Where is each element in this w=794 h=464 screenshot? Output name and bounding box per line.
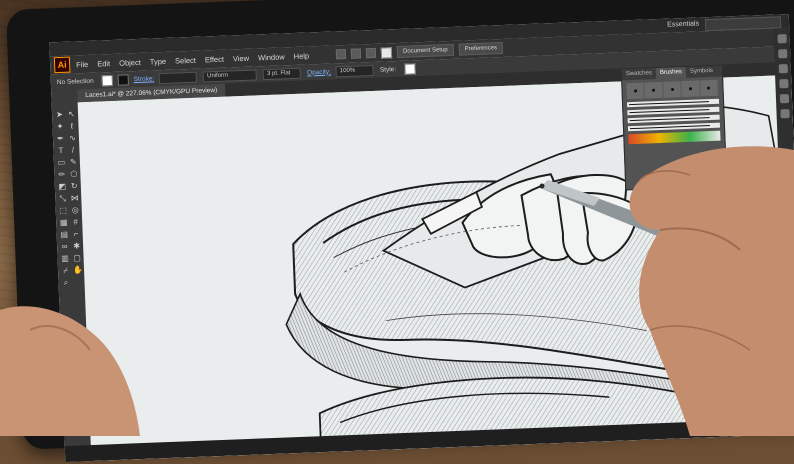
slice-icon[interactable]: ⌿ <box>61 266 70 275</box>
free-transform-icon[interactable]: ⬚ <box>59 206 68 215</box>
brush-preset[interactable] <box>644 81 664 99</box>
stroke-link[interactable]: Stroke: <box>133 75 154 83</box>
preferences-button[interactable]: Preferences <box>458 41 504 56</box>
bridge-icon[interactable] <box>335 48 347 60</box>
brush-stroke-preview[interactable] <box>627 106 720 116</box>
pen-tool-icon[interactable]: ✒ <box>56 134 65 143</box>
menu-select[interactable]: Select <box>175 55 196 65</box>
magic-wand-icon[interactable]: ✦ <box>55 122 64 131</box>
brush-preset[interactable] <box>663 81 683 98</box>
opacity-field[interactable]: 100% <box>335 64 375 77</box>
eraser-icon[interactable]: ◩ <box>58 182 67 191</box>
taskbar-clock: 5/24 <box>766 424 781 433</box>
workspace-switcher[interactable]: Essentials <box>667 18 699 31</box>
tab-symbols[interactable]: Symbols <box>686 66 717 78</box>
layers-icon[interactable] <box>777 49 787 59</box>
lasso-icon[interactable]: ℓ <box>67 121 76 131</box>
illustrator-logo: Ai <box>53 56 71 74</box>
color-swatch-icon[interactable] <box>380 46 393 59</box>
menu-type[interactable]: Type <box>150 56 167 66</box>
hand-icon[interactable]: ✋ <box>73 265 83 274</box>
brush-stroke-preview[interactable] <box>627 114 720 124</box>
brush-preset[interactable] <box>681 80 701 98</box>
menu-help[interactable]: Help <box>294 51 310 61</box>
paintbrush-icon[interactable]: ✎ <box>69 157 78 166</box>
scale-icon[interactable]: ⤡ <box>58 194 67 203</box>
rectangle-tool-icon[interactable]: ▭ <box>57 158 66 167</box>
fill-swatch[interactable] <box>101 74 113 86</box>
brush-definition-field[interactable]: 3 pt. Flat <box>262 67 302 80</box>
zoom-icon[interactable]: ⌕ <box>61 278 70 287</box>
tab-swatches[interactable]: Swatches <box>622 68 656 80</box>
width-icon[interactable]: ⋈ <box>70 193 79 202</box>
type-tool-icon[interactable]: T <box>56 146 65 155</box>
tab-brushes[interactable]: Brushes <box>655 66 687 80</box>
direct-selection-tool-icon[interactable]: ↖ <box>67 109 76 118</box>
stroke-box[interactable] <box>71 366 89 383</box>
document-setup-button[interactable]: Document Setup <box>396 43 454 59</box>
selection-tool-icon[interactable]: ➤ <box>55 110 64 119</box>
style-label: Style: <box>379 65 397 74</box>
shaper-icon[interactable]: ⬠ <box>69 169 78 178</box>
shape-builder-icon[interactable]: ◎ <box>71 205 80 214</box>
stroke-weight-field[interactable] <box>158 71 198 84</box>
selection-status: No Selection <box>56 77 94 86</box>
symbol-sprayer-icon[interactable]: ✱ <box>72 241 81 250</box>
transparency-icon[interactable] <box>779 109 790 119</box>
tablet-screen: Essentials Ai File Edit Object Type Sele… <box>49 13 794 463</box>
brush-stroke-preview[interactable] <box>627 122 721 132</box>
menu-window[interactable]: Window <box>258 52 285 62</box>
menu-edit[interactable]: Edit <box>97 59 110 68</box>
line-tool-icon[interactable]: / <box>68 145 77 154</box>
variable-width-profile[interactable]: Uniform <box>202 68 258 82</box>
stroke-icon[interactable] <box>779 94 789 104</box>
perspective-icon[interactable]: ▦ <box>59 218 68 227</box>
brush-stroke-preview[interactable] <box>626 98 720 108</box>
color-icon[interactable] <box>778 79 789 89</box>
stroke-swatch[interactable] <box>117 73 129 86</box>
tablet-device: Essentials Ai File Edit Object Type Sele… <box>6 0 794 463</box>
opacity-link[interactable]: Opacity: <box>307 68 331 76</box>
menu-effect[interactable]: Effect <box>205 54 224 64</box>
graph-icon[interactable]: ▥ <box>60 254 69 263</box>
graphic-style-swatch[interactable] <box>403 62 416 75</box>
brushes-panel-tabs: Swatches Brushes Symbols <box>621 65 723 81</box>
brushes-panel: Swatches Brushes Symbols <box>620 64 728 191</box>
curvature-icon[interactable]: ∿ <box>68 133 77 142</box>
menu-file[interactable]: File <box>76 59 88 68</box>
mesh-icon[interactable]: # <box>71 217 80 226</box>
send-icon[interactable] <box>365 47 377 59</box>
artboard-icon[interactable]: ▢ <box>72 253 81 262</box>
menu-view[interactable]: View <box>233 53 249 63</box>
pencil-icon[interactable]: ✏ <box>57 170 66 179</box>
libraries-icon[interactable] <box>778 64 788 74</box>
blend-icon[interactable]: ∞ <box>60 242 69 251</box>
rotate-icon[interactable]: ↻ <box>70 181 79 190</box>
properties-icon[interactable] <box>777 34 787 44</box>
fill-stroke-widget[interactable] <box>66 361 89 383</box>
brush-preset[interactable] <box>626 82 646 100</box>
color-brush-preview[interactable] <box>628 130 721 145</box>
brush-preset[interactable] <box>699 79 719 97</box>
menu-object[interactable]: Object <box>119 57 141 67</box>
gradient-icon[interactable]: ▤ <box>59 230 68 239</box>
brush-presets-row <box>626 79 719 100</box>
arrange-documents-icon[interactable] <box>350 48 362 59</box>
eyedropper-icon[interactable]: ⌐ <box>71 229 80 238</box>
